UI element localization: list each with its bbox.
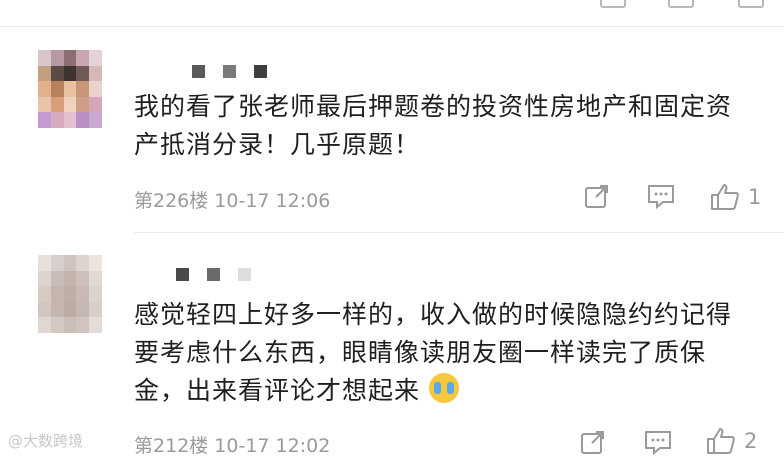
like-button[interactable]: 1: [710, 183, 761, 211]
comment-text: 感觉轻四上好多一样的，收入做的时候隐隐约约记得要考虑什么东西，眼睛像读朋友圈一样…: [134, 296, 754, 410]
share-icon: [581, 431, 604, 454]
username-mosaic[interactable]: [192, 65, 267, 78]
comment-meta: 第212楼 10-17 12:02: [134, 435, 331, 457]
watermark: @大数跨境: [8, 432, 84, 450]
like-count: 1: [748, 185, 762, 209]
comment-meta: 第226楼 10-17 12:06: [134, 190, 331, 212]
share-icon: [585, 185, 608, 208]
reply-icon: [648, 185, 674, 209]
username-mosaic[interactable]: [176, 268, 251, 281]
divider: [0, 26, 784, 27]
reply-icon[interactable]: [668, 0, 694, 8]
comment-text: 我的看了张老师最后押题卷的投资性房地产和固定资产抵消分录！几乎原题！: [134, 88, 754, 164]
reply-button[interactable]: [647, 183, 675, 209]
like-count: 2: [744, 429, 758, 453]
thumbs-up-icon: [711, 184, 739, 210]
reply-button[interactable]: [644, 429, 672, 455]
share-button[interactable]: [580, 429, 606, 455]
share-button[interactable]: [584, 183, 610, 209]
thumbs-up-icon: [707, 428, 735, 454]
previous-comment-actions: [600, 0, 770, 8]
like-button[interactable]: 2: [706, 427, 757, 455]
divider: [134, 232, 784, 233]
avatar[interactable]: [38, 255, 102, 333]
crying-emoji-icon: [428, 373, 459, 403]
avatar[interactable]: [38, 50, 102, 128]
share-icon[interactable]: [600, 0, 626, 8]
reply-icon: [645, 431, 671, 455]
thumbs-up-icon[interactable]: [738, 0, 764, 8]
comment-body: 我的看了张老师最后押题卷的投资性房地产和固定资产抵消分录！几乎原题！: [134, 92, 733, 159]
